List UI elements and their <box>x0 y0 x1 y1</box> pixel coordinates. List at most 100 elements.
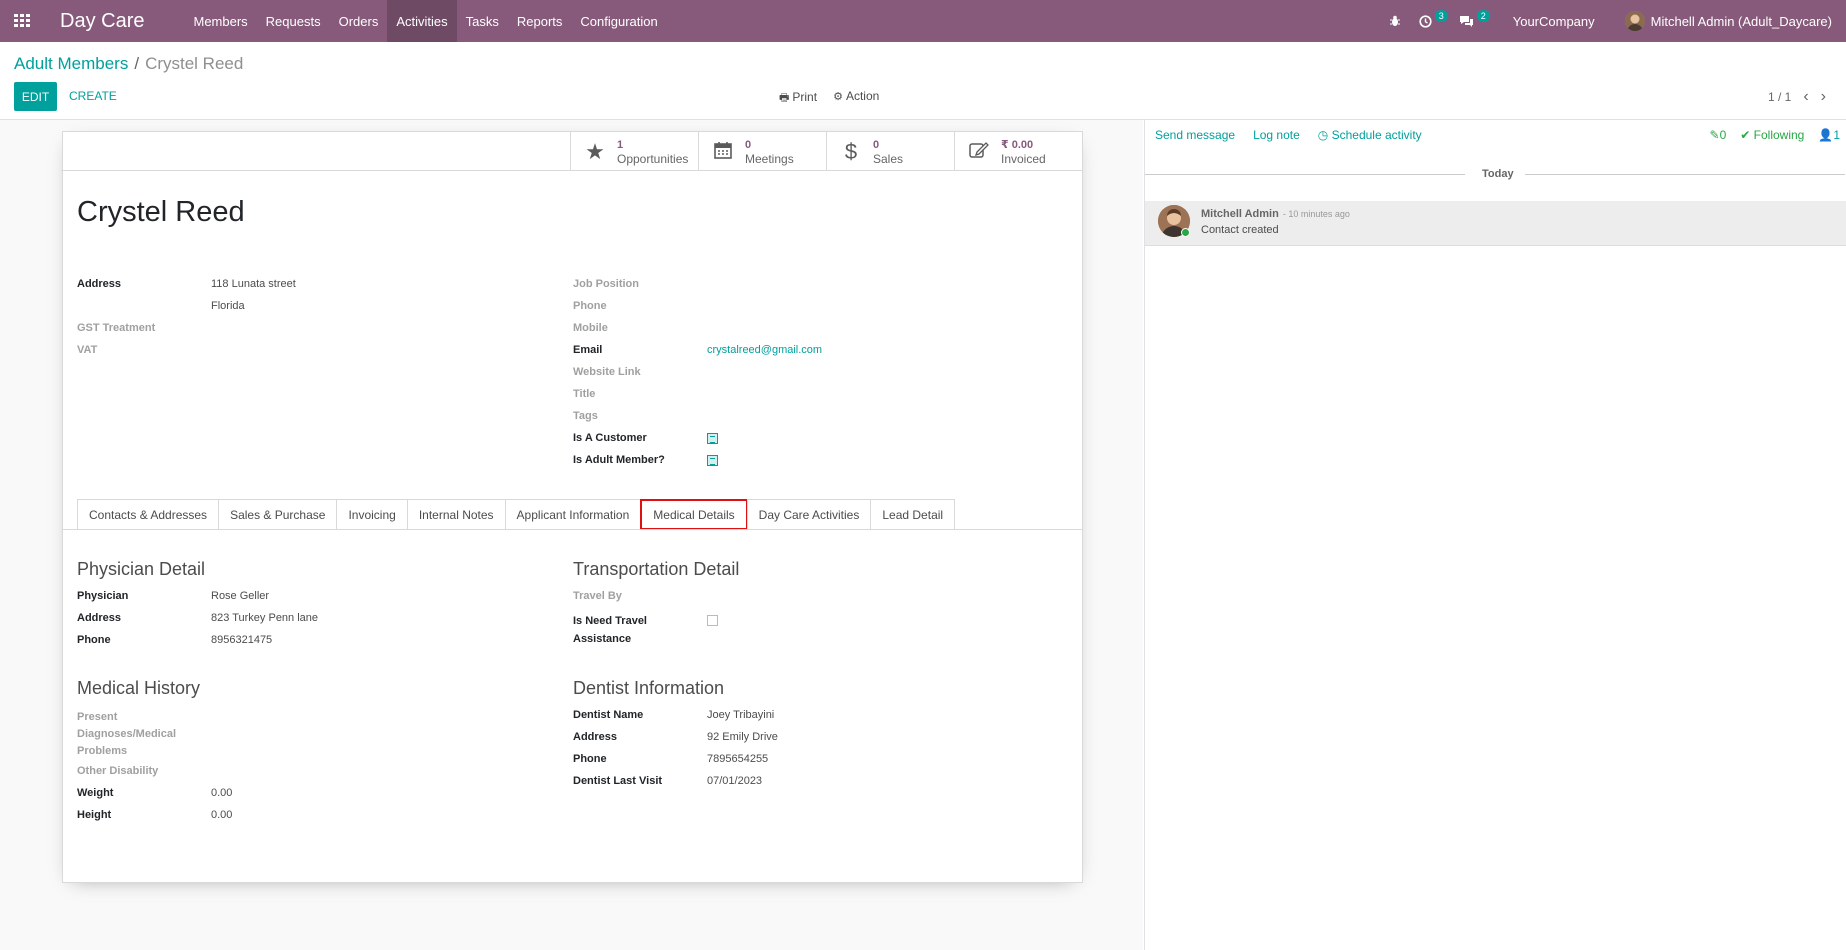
physician-phone-value: 8956321475 <box>211 634 273 646</box>
need-travel-label-line2: Assistance <box>573 633 632 645</box>
message-body: Contact created <box>1201 224 1279 236</box>
edit-button[interactable]: EDIT <box>14 82 57 111</box>
job-row: Job Position <box>573 278 639 290</box>
physician-title: Physician Detail <box>77 559 206 579</box>
tab-invoicing[interactable]: Invoicing <box>336 499 408 530</box>
activity-clock-icon[interactable]: 3 <box>1410 0 1450 42</box>
dentist-address-value: 92 Emily Drive <box>707 731 778 743</box>
physician-value: Rose Geller <box>211 590 270 602</box>
email-label: Email <box>573 344 603 356</box>
adult-row: Is Adult Member? <box>573 454 718 466</box>
present-diagnoses-label: Present Diagnoses/Medical Problems <box>77 709 176 760</box>
customer-checkbox[interactable] <box>707 432 718 444</box>
dentist-name-row: Dentist Name Joey Tribayini <box>573 709 774 721</box>
attachments-button[interactable]: ✎0 <box>1710 128 1727 142</box>
need-travel-row: Is Need Travel Assistance <box>573 612 718 648</box>
action-label: Action <box>845 89 880 103</box>
physician-address-label: Address <box>77 612 122 624</box>
today-line-left <box>1145 174 1465 175</box>
following-label: Following <box>1753 128 1805 142</box>
mobile-row: Mobile <box>573 322 608 334</box>
opportunities-button[interactable]: ★ 1 Opportunities <box>570 132 698 171</box>
tab-medical-details[interactable]: Medical Details <box>640 499 748 530</box>
chatter-followers: ✎0 ✔ Following 👤1 <box>1710 128 1841 142</box>
app-brand[interactable]: Day Care <box>60 10 144 33</box>
invoiced-button[interactable]: ₹ 0.00 Invoiced <box>954 132 1082 171</box>
bug-icon[interactable] <box>1380 0 1410 42</box>
physician-address-row: Address 823 Turkey Penn lane <box>77 612 318 624</box>
tab-lead-detail[interactable]: Lead Detail <box>870 499 956 530</box>
messages-icon[interactable]: 2 <box>1450 0 1492 42</box>
menu-tasks[interactable]: Tasks <box>457 0 508 42</box>
send-message-button[interactable]: Send message <box>1155 128 1235 142</box>
user-menu[interactable]: Mitchell Admin (Adult_Daycare) <box>1616 0 1846 42</box>
print-icon: 🖶 <box>779 92 790 104</box>
sales-button[interactable]: $ 0 Sales <box>826 132 954 171</box>
address-row: Address 118 Lunata street <box>77 278 296 290</box>
dentist-phone-row: Phone 7895654255 <box>573 753 768 765</box>
phone-row: Phone <box>573 300 607 312</box>
log-note-button[interactable]: Log note <box>1253 128 1300 142</box>
state-row: Florida <box>211 300 245 312</box>
tab-internal-notes[interactable]: Internal Notes <box>406 499 506 530</box>
job-label: Job Position <box>573 278 639 290</box>
today-label: Today <box>1482 168 1514 180</box>
need-travel-label: Is Need Travel Assistance <box>573 612 707 648</box>
height-row: Height 0.00 <box>77 809 232 821</box>
action-menu[interactable]: ⚙ Action <box>833 89 879 108</box>
tab-applicant-information[interactable]: Applicant Information <box>504 499 642 530</box>
pager-previous-icon[interactable]: ‹ <box>1803 88 1808 106</box>
followers-button[interactable]: 👤1 <box>1818 128 1840 142</box>
email-link[interactable]: crystalreed@gmail.com <box>707 344 822 356</box>
pager-next-icon[interactable]: › <box>1821 88 1826 106</box>
breadcrumb-parent[interactable]: Adult Members <box>14 54 128 73</box>
message-time: - 10 minutes ago <box>1282 209 1350 219</box>
message-author-name[interactable]: Mitchell Admin <box>1201 208 1279 220</box>
state-value: Florida <box>211 300 245 312</box>
disability-row: Other Disability <box>77 765 158 777</box>
menu-configuration[interactable]: Configuration <box>571 0 666 42</box>
travel-by-label: Travel By <box>573 590 622 602</box>
menu-activities[interactable]: Activities <box>387 0 457 42</box>
print-menu[interactable]: 🖶 Print <box>779 89 817 108</box>
tabs-divider <box>63 529 1082 530</box>
create-button[interactable]: CREATE <box>69 89 117 103</box>
message-author: Mitchell Admin - 10 minutes ago <box>1201 208 1350 220</box>
notebook-tabs: Contacts & Addresses Sales & Purchase In… <box>77 499 956 530</box>
menu-orders[interactable]: Orders <box>330 0 388 42</box>
user-name: Mitchell Admin (Adult_Daycare) <box>1650 13 1832 29</box>
schedule-activity-button[interactable]: ◷ Schedule activity <box>1318 128 1422 142</box>
company-switcher[interactable]: YourCompany <box>1504 0 1604 42</box>
height-value: 0.00 <box>211 809 233 821</box>
transport-title: Transportation Detail <box>573 559 740 579</box>
online-status-icon <box>1181 228 1190 237</box>
need-travel-checkbox[interactable] <box>707 615 718 626</box>
adult-checkbox[interactable] <box>707 454 718 466</box>
tab-day-care-activities[interactable]: Day Care Activities <box>746 499 872 530</box>
dentist-phone-label: Phone <box>573 753 607 765</box>
present-diagnoses-line2: Diagnoses/Medical <box>77 728 177 740</box>
pager-value[interactable]: 1 / 1 <box>1768 90 1791 104</box>
height-label: Height <box>77 809 112 821</box>
dentist-address-label: Address <box>573 731 618 743</box>
apps-menu-icon[interactable] <box>0 0 44 42</box>
meetings-button[interactable]: 0 Meetings <box>698 132 826 171</box>
partner-name: Crystel Reed <box>77 196 245 228</box>
tab-contacts-addresses[interactable]: Contacts & Addresses <box>77 499 220 530</box>
menu-requests[interactable]: Requests <box>257 0 330 42</box>
chatter-topbar: Send message Log note ◷ Schedule activit… <box>1155 128 1422 142</box>
tags-row: Tags <box>573 410 598 422</box>
adult-label: Is Adult Member? <box>573 454 665 466</box>
following-button[interactable]: ✔ Following <box>1740 128 1804 142</box>
vat-label: VAT <box>77 344 98 356</box>
title-row: Title <box>573 388 595 400</box>
tab-sales-purchase[interactable]: Sales & Purchase <box>218 499 338 530</box>
need-travel-label-line1: Is Need Travel <box>573 615 647 627</box>
today-separator: Today <box>1145 168 1846 180</box>
menu-members[interactable]: Members <box>184 0 256 42</box>
menu-reports[interactable]: Reports <box>508 0 572 42</box>
website-row: Website Link <box>573 366 641 378</box>
address-label: Address <box>77 278 122 290</box>
dentist-title: Dentist Information <box>573 678 725 698</box>
chatter-panel: Send message Log note ◷ Schedule activit… <box>1144 120 1846 950</box>
